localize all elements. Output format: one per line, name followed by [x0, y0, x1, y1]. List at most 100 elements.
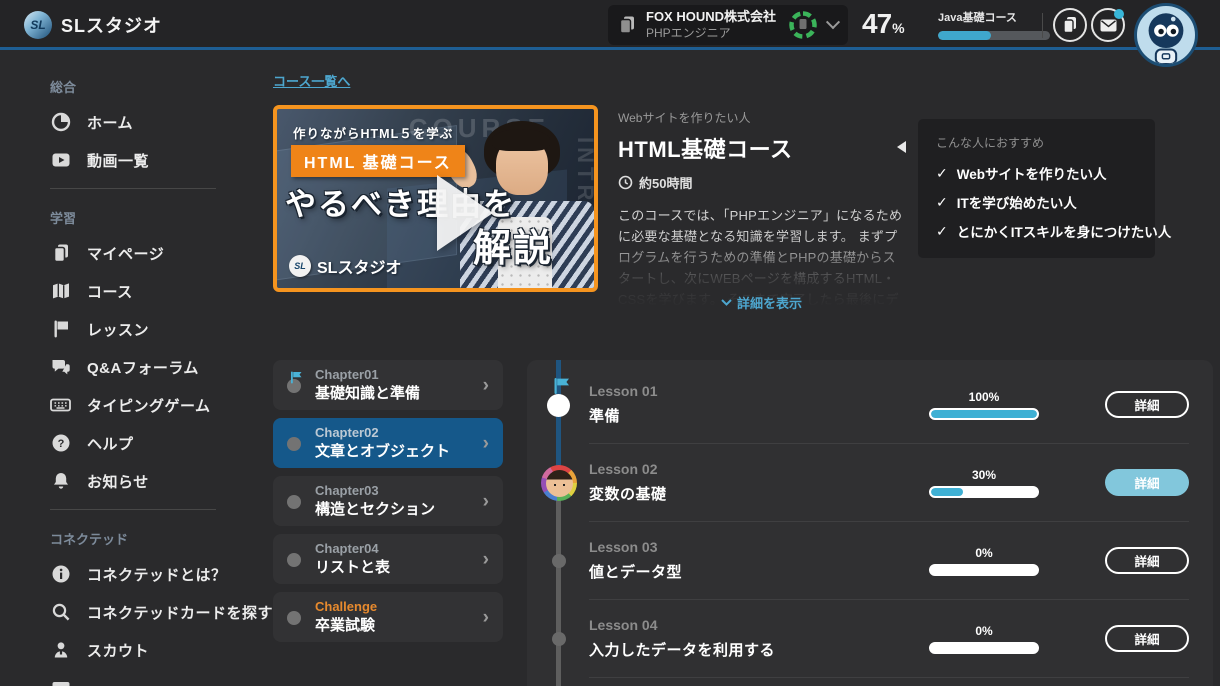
sidebar-item-info[interactable]: コネクテッドとは？ — [50, 555, 240, 593]
timeline-milestone-circle — [547, 394, 570, 417]
sidebar-item-label: コネクテッドとは？ — [87, 564, 227, 585]
timeline-dot — [552, 554, 566, 568]
lesson-progress: 0% — [919, 546, 1049, 576]
chapter-list: Chapter01基礎知識と準備› Chapter02文章とオブジェクト› Chap… — [273, 360, 503, 650]
pointer-arrow — [897, 141, 906, 153]
course-description-wrap: このコースでは、「PHPエンジニア」になるために必要な基礎となる知識を学習します… — [618, 205, 905, 307]
user-avatar[interactable] — [1134, 3, 1198, 67]
sidebar-item-help[interactable]: ? ヘルプ — [50, 424, 240, 462]
sidebar-item-chat[interactable]: Q&Aフォーラム — [50, 348, 240, 386]
recommend-item: ✓Webサイトを作りたい人 — [936, 163, 1137, 183]
chapter-card-2[interactable]: Chapter02文章とオブジェクト› — [273, 418, 503, 468]
keyboard-icon — [50, 395, 71, 416]
sidebar-item-label: お知らせ — [87, 471, 149, 492]
lesson-detail-button[interactable]: 詳細 — [1105, 547, 1189, 574]
pages-icon — [618, 15, 636, 35]
sidebar-divider — [50, 188, 216, 189]
sidebar-item-label: 動画一覧 — [87, 150, 149, 171]
sidebar-sections: 総合ホーム動画一覧学習マイページコースレッスンQ&Aフォーラムタイピングゲーム?… — [50, 77, 240, 686]
back-to-courses-link[interactable]: コース一覧へ — [273, 71, 350, 90]
sidebar-item-label: タイピングゲーム — [87, 395, 211, 416]
lesson-progress: 0% — [919, 624, 1049, 654]
company-progress-ring — [788, 10, 818, 40]
chapter-label: Chapter03 — [315, 483, 435, 500]
sidebar-item-search[interactable]: コネクテッドカードを探す — [50, 593, 240, 631]
chapter-label: Chapter01 — [315, 367, 420, 384]
search-icon — [50, 602, 71, 623]
overall-progress-percent: 47 % — [862, 8, 905, 40]
lesson-row-2: Lesson 02変数の基礎 30% 詳細 — [589, 444, 1189, 522]
bell-icon — [50, 471, 71, 492]
clock-icon — [618, 175, 633, 190]
recommend-item: ✓とにかくITスキルを身につけたい人 — [936, 221, 1137, 241]
thumbnail-badge: HTML 基礎コース — [291, 145, 465, 177]
help-icon: ? — [50, 433, 71, 454]
show-detail-link[interactable]: 詳細を表示 — [618, 293, 905, 312]
flag-icon — [553, 377, 571, 395]
recommend-item: ✓ITを学び始めたい人 — [936, 192, 1137, 212]
sidebar-section-label: 総合 — [50, 77, 240, 93]
play-icon[interactable] — [437, 175, 493, 251]
lesson-panel: Lesson 01準備 100% 詳細Lesson 02変数の基礎 30% 詳細… — [527, 360, 1213, 686]
chapter-status-icon — [287, 609, 303, 625]
sidebar-item-keyboard[interactable]: タイピングゲーム — [50, 386, 240, 424]
recommend-wrap: こんな人におすすめ ✓Webサイトを作りたい人✓ITを学び始めたい人✓とにかくI… — [918, 119, 1155, 258]
chevron-right-icon: › — [483, 376, 489, 395]
lesson-progress-bar — [929, 486, 1039, 498]
svg-text:?: ? — [57, 438, 64, 450]
chapter-title: リストと表 — [315, 558, 390, 578]
sidebar-item-home[interactable]: ホーム — [50, 103, 240, 141]
robot-avatar-icon — [1137, 6, 1195, 64]
sidebar-item-bell[interactable]: お知らせ — [50, 462, 240, 500]
lesson-row-5: Challenge — [589, 678, 1189, 686]
sidebar-item-map[interactable]: コース — [50, 272, 240, 310]
recommend-list: ✓Webサイトを作りたい人 ✓ITを学び始めたい人 ✓とにかくITスキルを身につけた… — [936, 163, 1137, 241]
chevron-right-icon: › — [483, 434, 489, 453]
chapter-label: Chapter04 — [315, 541, 390, 558]
card-icon — [50, 678, 71, 686]
sidebar-item-partial[interactable] — [50, 669, 240, 686]
header-course-name: Java基礎コース — [938, 9, 1050, 25]
check-icon: ✓ — [936, 165, 948, 182]
messages-button[interactable] — [1091, 8, 1125, 42]
company-role: PHPエンジニア — [646, 26, 778, 41]
chapter-card-5[interactable]: Challenge卒業試験› — [273, 592, 503, 642]
course-audience: Webサイトを作りたい人 — [618, 109, 905, 126]
lesson-detail-button[interactable]: 詳細 — [1105, 625, 1189, 652]
lesson-row-3: Lesson 03値とデータ型 0% 詳細 — [589, 522, 1189, 600]
chapter-status-icon — [287, 435, 303, 451]
sidebar-item-label: ヘルプ — [87, 433, 134, 454]
sidebar-item-pages[interactable]: マイページ — [50, 234, 240, 272]
course-video-thumbnail[interactable]: COURSE INTRODUC 作りながらHTML５を学ぶ HTML 基礎コース… — [273, 105, 598, 292]
pages-icon — [50, 243, 71, 264]
info-icon — [50, 564, 71, 585]
main-content: コース一覧へ COURSE INTRODUC 作りながらHTML５を学ぶ HTM… — [240, 53, 1220, 686]
lesson-detail-button[interactable]: 詳細 — [1105, 391, 1189, 418]
chapter-card-4[interactable]: Chapter04リストと表 › — [273, 534, 503, 584]
course-info: Webサイトを作りたい人 HTML基礎コース 約50時間 このコースでは、「PH… — [618, 105, 905, 312]
header-progress-bar — [938, 31, 1050, 40]
lesson-label: Lesson 03 — [589, 539, 919, 556]
lesson-detail-button[interactable]: 詳細 — [1105, 469, 1189, 496]
sidebar-item-flag[interactable]: レッスン — [50, 310, 240, 348]
notification-dot — [1114, 9, 1124, 19]
sidebar-item-video[interactable]: 動画一覧 — [50, 141, 240, 179]
sidebar: 総合ホーム動画一覧学習マイページコースレッスンQ&Aフォーラムタイピングゲーム?… — [0, 53, 240, 686]
header-course-progress: Java基礎コース — [938, 9, 1050, 40]
app-logo[interactable]: SL SLスタジオ — [24, 11, 162, 39]
chapter-card-3[interactable]: Chapter03構造とセクション› — [273, 476, 503, 526]
timeline-dot — [552, 632, 566, 646]
lesson-label: Lesson 04 — [589, 617, 919, 634]
sidebar-item-person[interactable]: スカウト — [50, 631, 240, 669]
chapter-card-1[interactable]: Chapter01基礎知識と準備› — [273, 360, 503, 410]
lesson-row-1: Lesson 01準備 100% 詳細 — [589, 366, 1189, 444]
cards-button[interactable] — [1053, 8, 1087, 42]
chevron-right-icon: › — [483, 492, 489, 511]
app-logo-icon: SL — [24, 11, 52, 39]
mail-icon — [1100, 19, 1117, 32]
sidebar-item-label: マイページ — [87, 243, 164, 264]
lesson-percent: 100% — [919, 390, 1049, 404]
chevron-right-icon: › — [483, 550, 489, 569]
company-selector[interactable]: FOX HOUND株式会社 PHPエンジニア — [608, 5, 848, 45]
app-logo-text: SLスタジオ — [61, 12, 162, 38]
